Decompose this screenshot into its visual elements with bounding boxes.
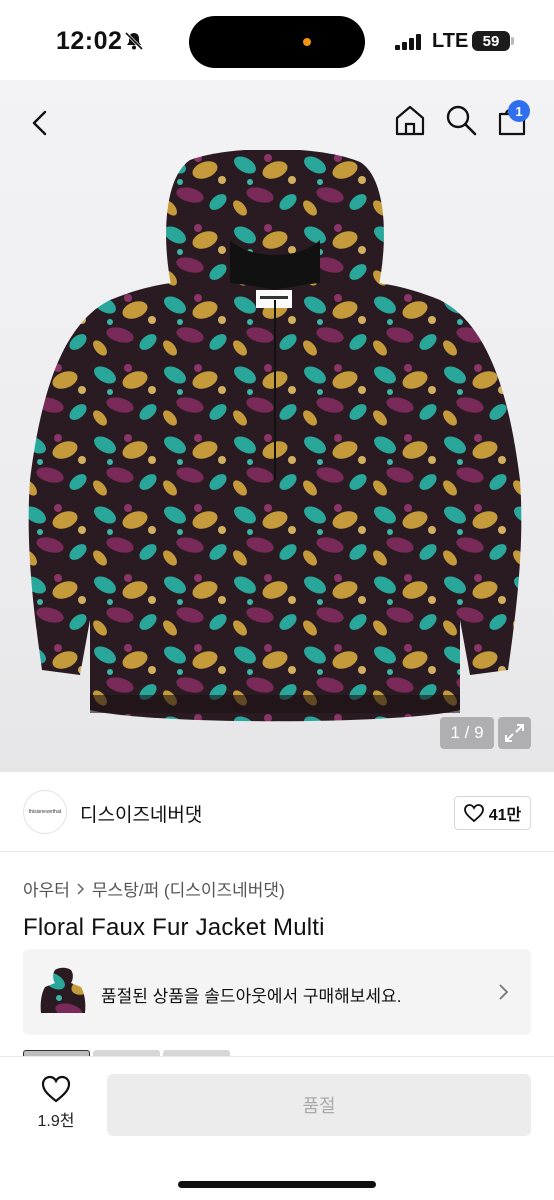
heart-icon [41, 1075, 71, 1103]
search-icon[interactable] [443, 102, 479, 138]
battery-indicator: 59 [472, 31, 510, 51]
privacy-indicator-dot [303, 38, 311, 46]
shop-like-count: 41만 [488, 807, 522, 824]
home-icon[interactable] [392, 102, 428, 138]
wish-button[interactable]: 1.9천 [26, 1075, 86, 1135]
cart-count-badge: 1 [508, 100, 530, 122]
expand-button[interactable] [498, 717, 531, 749]
product-image-gallery[interactable]: 1 1 / 9 [0, 80, 554, 772]
bottom-action-bar: 1.9천 품절 [0, 1056, 554, 1200]
home-indicator[interactable] [178, 1181, 376, 1188]
back-icon[interactable] [22, 105, 58, 141]
shop-like-button[interactable]: 41만 [454, 796, 531, 830]
battery-level: 59 [482, 32, 500, 50]
soldout-product-thumbnail [39, 966, 87, 1018]
shop-logo-text: thisisneverthat [28, 809, 62, 815]
breadcrumb-category[interactable]: 아우터 [23, 876, 70, 901]
network-type: LTE [432, 30, 469, 52]
heart-icon [463, 804, 484, 822]
chevron-right-icon [499, 984, 509, 1000]
dynamic-island [189, 16, 365, 68]
shop-name[interactable]: 디스이즈네버댓 [80, 800, 202, 827]
product-photo[interactable] [20, 150, 534, 730]
breadcrumb-subcategory[interactable]: 무스탕/퍼 (디스이즈네버댓) [92, 876, 285, 901]
product-title: Floral Faux Fur Jacket Multi [23, 914, 325, 941]
status-bar: 12:02 LTE 59 [0, 0, 554, 80]
shop-logo[interactable]: thisisneverthat [23, 790, 67, 834]
chevron-right-icon [77, 882, 84, 895]
bell-off-icon [124, 31, 144, 51]
wish-count: 1.9천 [37, 1113, 75, 1130]
battery-cap [511, 37, 514, 45]
shop-row[interactable]: thisisneverthat 디스이즈네버댓 41만 [0, 772, 554, 852]
signal-icon [395, 34, 421, 50]
expand-icon [505, 724, 524, 742]
image-page-indicator: 1 / 9 [440, 717, 494, 749]
soldout-banner-text: 품절된 상품을 솔드아웃에서 구매해보세요. [101, 987, 402, 1006]
status-time: 12:02 [56, 27, 123, 55]
breadcrumb: 아우터 무스탕/퍼 (디스이즈네버댓) [23, 876, 285, 901]
soldout-banner[interactable]: 품절된 상품을 솔드아웃에서 구매해보세요. [23, 949, 531, 1035]
soldout-status-button[interactable]: 품절 [107, 1074, 531, 1136]
